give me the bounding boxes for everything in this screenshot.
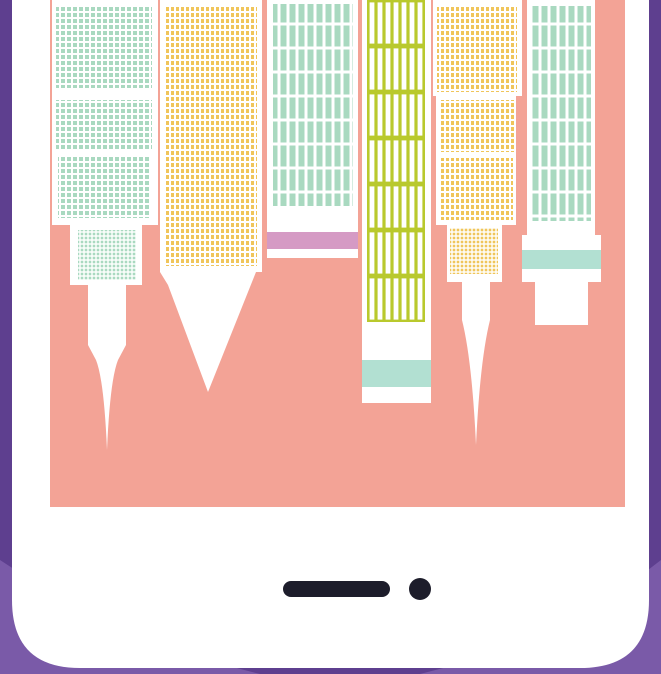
phone-illustration — [0, 0, 661, 674]
home-indicator-bar[interactable] — [283, 581, 390, 597]
building-green-band — [522, 0, 601, 325]
building-lime-grid — [362, 0, 431, 403]
building-green-grid — [267, 0, 358, 258]
home-indicator-dot[interactable] — [409, 578, 431, 600]
